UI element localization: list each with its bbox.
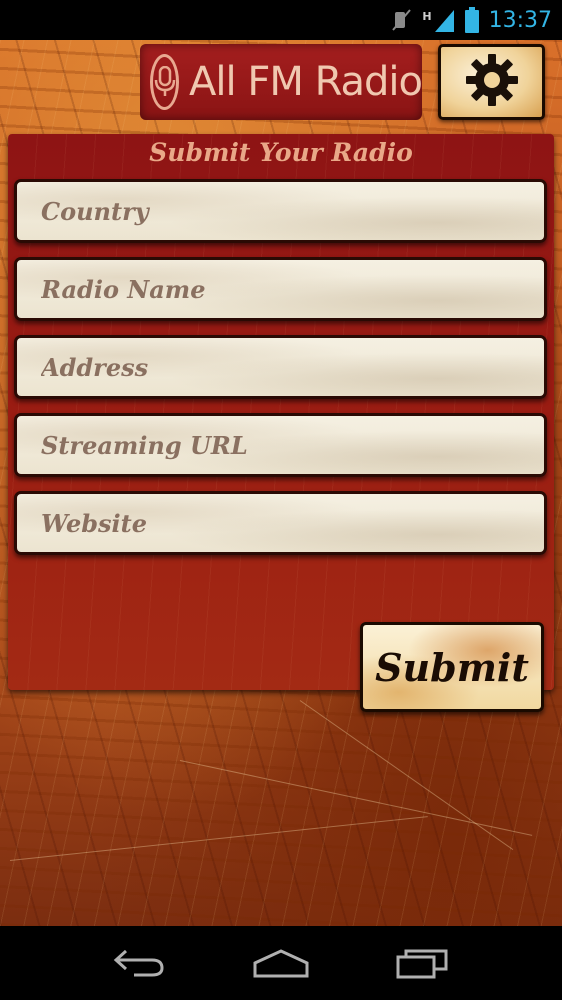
wood-scratch <box>299 700 514 851</box>
streaming-url-field[interactable] <box>14 413 547 477</box>
submit-button[interactable]: Submit <box>360 622 544 712</box>
navigation-bar <box>0 926 562 1000</box>
signal-icon: H <box>422 8 454 32</box>
network-type-label: H <box>422 10 432 23</box>
back-button[interactable] <box>100 938 180 988</box>
radio-name-field[interactable] <box>14 257 547 321</box>
panel-title: Submit Your Radio <box>149 138 413 167</box>
gear-icon <box>464 52 520 112</box>
address-input[interactable] <box>39 351 544 383</box>
app-logo: All FM Radio <box>140 44 423 120</box>
back-icon <box>114 949 164 977</box>
streaming-url-input[interactable] <box>39 429 544 461</box>
app-content: All FM Radio Submit Your Radio Country R… <box>0 40 562 926</box>
wood-scratch <box>9 816 428 861</box>
country-input[interactable] <box>39 195 544 227</box>
website-field[interactable] <box>14 491 547 555</box>
settings-button[interactable] <box>438 44 545 120</box>
website-input[interactable] <box>39 507 544 539</box>
status-bar: H 13:37 <box>0 0 562 40</box>
mute-icon <box>392 8 412 32</box>
radio-name-input[interactable] <box>39 273 544 305</box>
recent-apps-button[interactable] <box>382 938 462 988</box>
address-field[interactable] <box>14 335 547 399</box>
microphone-icon <box>150 54 180 110</box>
recent-apps-icon <box>396 949 448 979</box>
app-title: All FM Radio <box>189 59 423 105</box>
clock: 13:37 <box>488 7 552 33</box>
battery-icon <box>464 7 479 33</box>
country-field[interactable] <box>14 179 547 243</box>
home-icon <box>253 949 309 978</box>
submit-radio-panel: Submit Your Radio Submit <box>8 134 554 712</box>
home-button[interactable] <box>241 938 321 988</box>
